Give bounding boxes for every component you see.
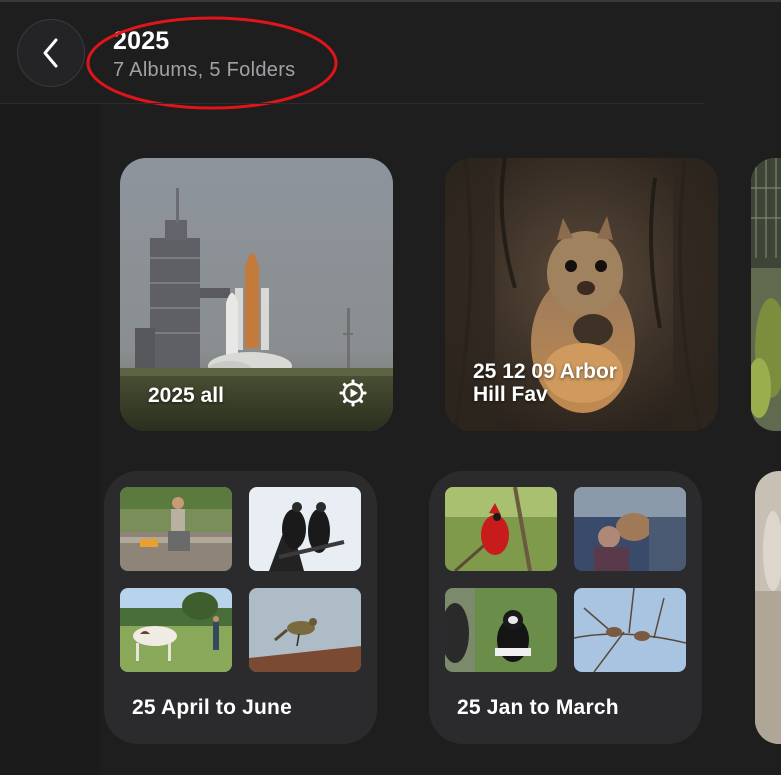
album-label: 25 12 09 Arbor Hill Fav [473, 360, 617, 406]
folder-label: 25 April to June [132, 696, 292, 719]
folder-thumbnail [574, 487, 686, 571]
album-tile-2025-all[interactable]: 2025 all [120, 158, 393, 431]
album-tile-arbor-hill-fav[interactable]: 25 12 09 Arbor Hill Fav [445, 158, 718, 431]
header: 2025 7 Albums, 5 Folders [0, 0, 781, 110]
folder-thumbnail [445, 487, 557, 571]
folder-thumbnail [120, 588, 232, 672]
album-cover-image [751, 158, 781, 431]
album-label: 2025 all [148, 384, 224, 407]
album-tile-partial[interactable] [751, 158, 781, 431]
folder-thumbnail [445, 588, 557, 672]
folder-label: 25 Jan to March [457, 696, 619, 719]
back-button[interactable] [17, 19, 85, 87]
folder-tile-april-june[interactable]: 25 April to June [104, 471, 377, 744]
gear-play-icon [339, 379, 367, 407]
folder-tile-partial[interactable] [755, 471, 781, 744]
folder-thumbnail [574, 588, 686, 672]
annotation-ellipse [86, 16, 338, 110]
folder-thumbnail [120, 487, 232, 571]
folder-thumbnail [249, 487, 361, 571]
folder-tile-jan-march[interactable]: 25 Jan to March [429, 471, 702, 744]
folder-cover-image [755, 471, 781, 744]
left-gutter [0, 104, 100, 775]
header-divider [0, 103, 705, 104]
folder-thumbnail [249, 588, 361, 672]
chevron-left-icon [43, 38, 58, 68]
